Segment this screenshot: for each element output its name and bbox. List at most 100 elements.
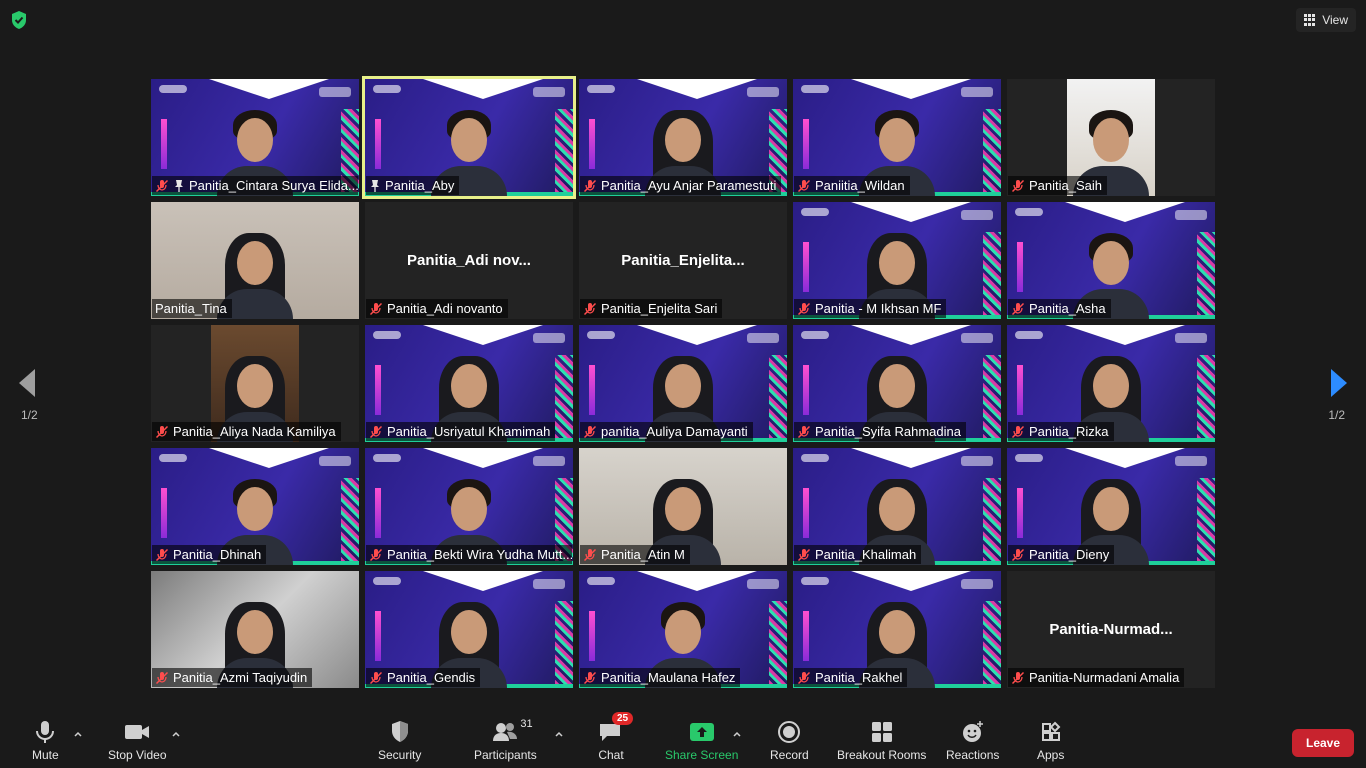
chat-button[interactable]: 25 Chat [598,712,634,762]
participant-name-label: Panitia_Asha [1008,299,1111,318]
participant-tile[interactable]: Panitia_Rakhel [793,571,1001,688]
participant-tile[interactable]: Panitia_Dieny [1007,448,1215,565]
participant-name: Panitia_Dhinah [173,547,262,562]
microphone-muted-icon [369,548,383,562]
video-options-chevron-icon[interactable] [171,726,181,737]
security-button[interactable]: Security [378,720,421,762]
participant-tile[interactable]: Panitia_Dhinah [151,448,359,565]
participant-name-label: Panitia_Rizka [1008,422,1114,441]
meeting-toolbar: Mute Stop Video Security 31 Participants… [0,708,1366,768]
microphone-muted-icon [583,302,597,316]
participant-name-label: Panitia_Khalimah [794,545,922,564]
participant-tile[interactable]: Panitia_Aliya Nada Kamiliya [151,325,359,442]
participant-tile[interactable]: Panitia_Syifa Rahmadina [793,325,1001,442]
reactions-button[interactable]: Reactions [946,720,999,762]
participant-tile[interactable]: Panitia-Nurmad... Panitia-Nurmadani Amali… [1007,571,1215,688]
microphone-muted-icon [797,179,811,193]
participants-options-chevron-icon[interactable] [554,726,564,737]
breakout-rooms-button[interactable]: Breakout Rooms [837,720,926,762]
participant-name: Panitia_Bekti Wira Yudha Mutt... [387,547,572,562]
share-screen-label: Share Screen [665,748,739,762]
share-screen-button[interactable]: Share Screen [665,720,738,762]
participant-tile[interactable]: Panitia_Aby [362,76,576,199]
stop-video-button[interactable]: Stop Video [108,720,167,762]
participant-tile[interactable]: Panitia - M Ikhsan MF [793,202,1001,319]
participant-name-label: Panitia_Aby [366,176,460,195]
participant-name-label: Paniitia_Wildan [794,176,910,195]
apps-label: Apps [1037,748,1065,762]
participant-name: Panitia_Maulana Hafez [601,670,736,685]
apps-button[interactable]: Apps [1037,720,1064,762]
participant-video-grid: Panitia_Cintara Surya Elida... Panitia_Ab… [151,76,1215,688]
participant-name: Panitia_Saih [1029,178,1102,193]
leave-button[interactable]: Leave [1292,729,1354,757]
record-button[interactable]: Record [770,720,809,762]
record-label: Record [770,748,809,762]
participant-name-label: panitia_Auliya Damayanti [580,422,753,441]
participant-name-label: Panitia_Syifa Rahmadina [794,422,966,441]
participant-name: Panitia_Khalimah [815,547,917,562]
participants-count: 31 [520,718,533,730]
participant-tile[interactable]: Panitia_Saih [1007,79,1215,196]
microphone-muted-icon [1011,425,1025,439]
microphone-muted-icon [1011,548,1025,562]
video-camera-icon [124,720,150,744]
participant-tile[interactable]: Panitia_Azmi Taqiyudin [151,571,359,688]
participant-name-label: Panitia_Aliya Nada Kamiliya [152,422,341,441]
microphone-muted-icon [1011,671,1025,685]
security-shield-icon [387,720,413,744]
participant-tile[interactable]: Panitia_Maulana Hafez [579,571,787,688]
participant-name-label: Panitia_Enjelita Sari [580,299,723,318]
microphone-muted-icon [155,548,169,562]
participant-tile[interactable]: panitia_Auliya Damayanti [579,325,787,442]
participant-name: panitia_Auliya Damayanti [601,424,748,439]
participant-name: Panitia_Dieny [1029,547,1110,562]
participant-name: Paniitia_Wildan [815,178,905,193]
encryption-shield-icon[interactable] [10,10,28,30]
participant-name-label: Panitia_Bekti Wira Yudha Mutt... [366,545,572,564]
participants-label: Participants [474,748,537,762]
record-icon [776,720,802,744]
participant-name-label: Panitia_Dieny [1008,545,1115,564]
chat-label: Chat [598,748,624,762]
page-indicator-right: 1/2 [1328,408,1345,422]
participant-name: Panitia_Asha [1029,301,1106,316]
participants-button[interactable]: 31 Participants [474,718,537,762]
participant-name: Panitia_Aliya Nada Kamiliya [173,424,336,439]
breakout-rooms-label: Breakout Rooms [837,748,927,762]
participant-name-label: Panitia_Ayu Anjar Paramestuti [580,176,782,195]
next-page-arrow-icon[interactable] [1330,368,1348,403]
participant-name: Panitia - M Ikhsan MF [815,301,942,316]
mute-button[interactable]: Mute [32,720,59,762]
microphone-muted-icon [1011,179,1025,193]
microphone-muted-icon [155,425,169,439]
participant-tile[interactable]: Panitia_Ayu Anjar Paramestuti [579,79,787,196]
share-screen-icon [689,720,715,744]
microphone-muted-icon [797,548,811,562]
participant-tile[interactable]: Panitia_Khalimah [793,448,1001,565]
participant-tile[interactable]: Panitia_Usriyatul Khamimah [365,325,573,442]
participant-name: Panitia_Azmi Taqiyudin [173,670,308,685]
participant-tile[interactable]: Panitia_Asha [1007,202,1215,319]
audio-options-chevron-icon[interactable] [73,726,83,737]
participant-name-label: Panitia_Gendis [366,668,481,687]
view-button[interactable]: View [1296,8,1356,32]
participant-tile[interactable]: Panitia_Cintara Surya Elida... [151,79,359,196]
microphone-muted-icon [583,425,597,439]
participant-name-label: Panitia_Azmi Taqiyudin [152,668,313,687]
participant-tile[interactable]: Panitia_Enjelita... Panitia_Enjelita Sari [579,202,787,319]
participant-tile[interactable]: Panitia_Rizka [1007,325,1215,442]
participant-tile[interactable]: Panitia_Bekti Wira Yudha Mutt... [365,448,573,565]
participant-name-label: Panitia - M Ikhsan MF [794,299,947,318]
participant-tile[interactable]: Panitia_Tina [151,202,359,319]
participant-tile[interactable]: Panitia_Atin M [579,448,787,565]
participant-name-label: Panitia_Usriyatul Khamimah [366,422,556,441]
previous-page-arrow-icon[interactable] [18,368,36,403]
microphone-muted-icon [797,425,811,439]
participant-tile[interactable]: Paniitia_Wildan [793,79,1001,196]
security-label: Security [378,748,422,762]
share-options-chevron-icon[interactable] [732,726,742,737]
participant-tile[interactable]: Panitia_Adi nov... Panitia_Adi novanto [365,202,573,319]
participant-tile[interactable]: Panitia_Gendis [365,571,573,688]
microphone-icon [32,720,58,744]
